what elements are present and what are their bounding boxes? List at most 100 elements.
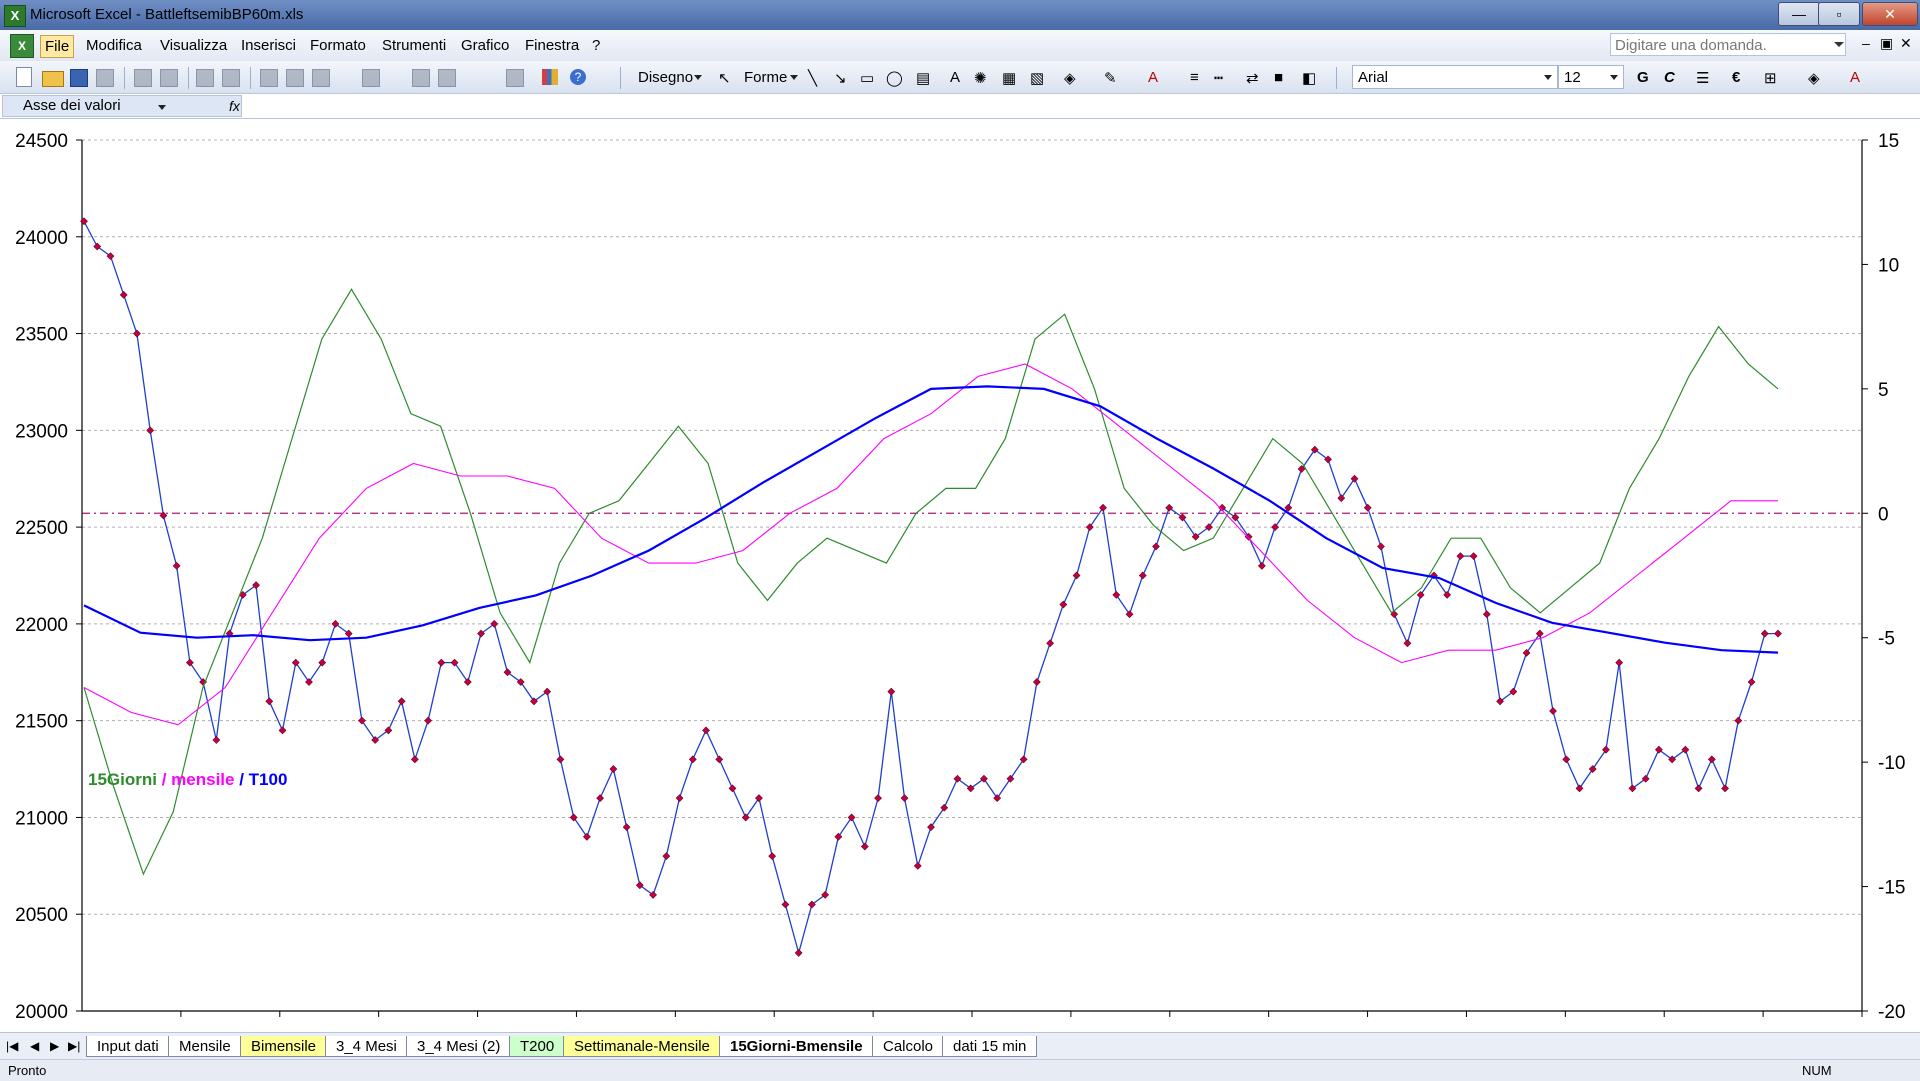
arrow-icon[interactable]: ↘ bbox=[834, 69, 847, 87]
excel-icon[interactable]: X bbox=[4, 5, 26, 27]
sort-icon[interactable] bbox=[506, 69, 524, 87]
line-style-icon[interactable]: ≡ bbox=[1190, 69, 1199, 86]
print-preview-icon[interactable] bbox=[160, 69, 178, 87]
textbox-icon[interactable]: ▤ bbox=[916, 69, 930, 87]
menu-formato[interactable]: Formato bbox=[306, 35, 370, 56]
menu-inserisci[interactable]: Inserisci bbox=[237, 35, 300, 56]
drawing-menu[interactable]: Disegno bbox=[638, 69, 693, 86]
sheet-tab[interactable]: Calcolo bbox=[872, 1036, 945, 1057]
sheet-tab[interactable]: dati 15 min bbox=[942, 1036, 1038, 1057]
price-marker bbox=[741, 813, 750, 822]
ask-question-input[interactable]: Digitare una domanda. bbox=[1610, 33, 1846, 56]
permission-icon[interactable] bbox=[96, 69, 114, 87]
bold-button[interactable]: G bbox=[1637, 69, 1649, 86]
euro-button[interactable]: € bbox=[1732, 69, 1740, 86]
line-color-icon[interactable]: ✎ bbox=[1104, 69, 1117, 87]
first-sheet-icon[interactable]: |◀ bbox=[6, 1039, 18, 1053]
ask-dropdown-icon[interactable] bbox=[1834, 42, 1844, 47]
font-color-icon[interactable]: A bbox=[1148, 69, 1158, 86]
dash-style-icon[interactable]: ┅ bbox=[1214, 69, 1223, 87]
right-tick-label: 10 bbox=[1878, 255, 1899, 276]
menu-visualizza[interactable]: Visualizza bbox=[156, 35, 231, 56]
price-marker bbox=[1734, 716, 1743, 725]
sheet-tab[interactable]: Mensile bbox=[168, 1036, 242, 1057]
next-sheet-icon[interactable]: ▶ bbox=[50, 1039, 59, 1053]
doc-close-icon[interactable]: ✕ bbox=[1900, 35, 1912, 52]
align-icon[interactable]: ☰ bbox=[1696, 69, 1709, 87]
menu-file[interactable]: File bbox=[40, 35, 75, 58]
wordart-icon[interactable]: A bbox=[950, 69, 960, 86]
research-icon[interactable] bbox=[222, 69, 240, 87]
text-color-icon[interactable]: A bbox=[1850, 69, 1860, 86]
paste-icon[interactable] bbox=[312, 69, 330, 87]
last-sheet-icon[interactable]: ▶| bbox=[68, 1039, 80, 1053]
doc-restore-icon[interactable]: ▣ bbox=[1880, 35, 1893, 52]
menu-bar: X File Modifica Visualizza Inserisci For… bbox=[0, 30, 1920, 62]
rectangle-icon[interactable]: ▭ bbox=[860, 69, 874, 87]
sheet-tab[interactable]: 3_4 Mesi (2) bbox=[406, 1036, 512, 1057]
status-text: Pronto bbox=[8, 1063, 47, 1078]
minimize-button[interactable]: — bbox=[1778, 2, 1820, 26]
price-marker bbox=[172, 561, 181, 570]
line-icon[interactable]: ╲ bbox=[808, 69, 817, 87]
menu-finestra[interactable]: Finestra bbox=[521, 35, 583, 56]
price-marker bbox=[1085, 523, 1094, 532]
clipart-icon[interactable]: ▦ bbox=[1002, 69, 1016, 87]
picture-icon[interactable]: ▧ bbox=[1030, 69, 1044, 87]
cut-icon[interactable] bbox=[260, 69, 278, 87]
price-marker bbox=[1152, 542, 1160, 551]
shadow-icon[interactable]: ■ bbox=[1274, 69, 1283, 86]
price-marker bbox=[1707, 755, 1716, 764]
new-icon[interactable] bbox=[16, 67, 32, 87]
diagram-icon[interactable]: ✺ bbox=[974, 69, 987, 87]
price-marker bbox=[212, 736, 221, 744]
menu-strumenti[interactable]: Strumenti bbox=[378, 35, 450, 56]
font-name-select[interactable]: Arial bbox=[1352, 65, 1558, 89]
chart-object-select[interactable]: Asse dei valori fx bbox=[2, 95, 242, 117]
format-object-icon[interactable]: fx bbox=[229, 98, 240, 114]
chart-wizard-icon[interactable] bbox=[542, 69, 558, 85]
workbook-icon[interactable]: X bbox=[10, 34, 34, 58]
price-marker bbox=[437, 658, 446, 667]
open-icon[interactable] bbox=[42, 71, 64, 87]
borders-icon[interactable]: ⊞ bbox=[1764, 69, 1777, 87]
price-marker bbox=[1072, 571, 1081, 580]
fill-color-icon[interactable]: ◈ bbox=[1064, 69, 1076, 87]
oval-icon[interactable]: ◯ bbox=[886, 69, 903, 87]
prev-sheet-icon[interactable]: ◀ bbox=[30, 1039, 39, 1053]
help-icon[interactable]: ? bbox=[570, 69, 586, 85]
chart-area[interactable]: 20000 20500 21000 21500 22000 22500 23000 23500… bbox=[0, 119, 1920, 1037]
close-button[interactable]: ✕ bbox=[1862, 2, 1918, 26]
spelling-icon[interactable] bbox=[196, 69, 214, 87]
autosum-icon[interactable] bbox=[438, 69, 456, 87]
pointer-icon[interactable]: ↖ bbox=[718, 69, 731, 87]
copy-icon[interactable] bbox=[286, 69, 304, 87]
series-lines bbox=[80, 217, 1782, 957]
link-icon[interactable] bbox=[412, 69, 430, 87]
italic-button[interactable]: C bbox=[1664, 69, 1675, 86]
maximize-button[interactable]: ▫ bbox=[1818, 2, 1860, 26]
sheet-tab[interactable]: Input dati bbox=[86, 1036, 170, 1057]
sheet-tab[interactable]: Settimanale-Mensile bbox=[563, 1036, 721, 1057]
right-tick-label: 15 bbox=[1878, 131, 1899, 152]
menu-modifica[interactable]: Modifica bbox=[82, 35, 146, 56]
arrow-style-icon[interactable]: ⇄ bbox=[1246, 69, 1259, 87]
sheet-tab[interactable]: Bimensile bbox=[240, 1036, 328, 1057]
price-marker bbox=[887, 687, 896, 696]
chevron-down-icon[interactable] bbox=[158, 105, 166, 110]
save-icon[interactable] bbox=[70, 69, 88, 87]
menu-grafico[interactable]: Grafico bbox=[457, 35, 513, 56]
print-icon[interactable] bbox=[134, 69, 152, 87]
sheet-tab[interactable]: 3_4 Mesi bbox=[325, 1036, 408, 1057]
price-marker bbox=[768, 852, 777, 861]
menu-help[interactable]: ? bbox=[588, 35, 604, 56]
undo-icon[interactable] bbox=[362, 69, 380, 87]
fill-bucket-icon[interactable]: ◈ bbox=[1808, 69, 1820, 87]
series-price-line bbox=[83, 220, 1778, 956]
sheet-tab[interactable]: 15Giorni-Bmensile bbox=[719, 1036, 874, 1057]
doc-minimize-icon[interactable]: – bbox=[1862, 35, 1870, 51]
left-tick-label: 23000 bbox=[15, 421, 68, 442]
sheet-tab[interactable]: T200 bbox=[509, 1036, 566, 1057]
3d-icon[interactable]: ◧ bbox=[1302, 69, 1316, 87]
autoshapes-menu[interactable]: Forme bbox=[744, 69, 787, 86]
